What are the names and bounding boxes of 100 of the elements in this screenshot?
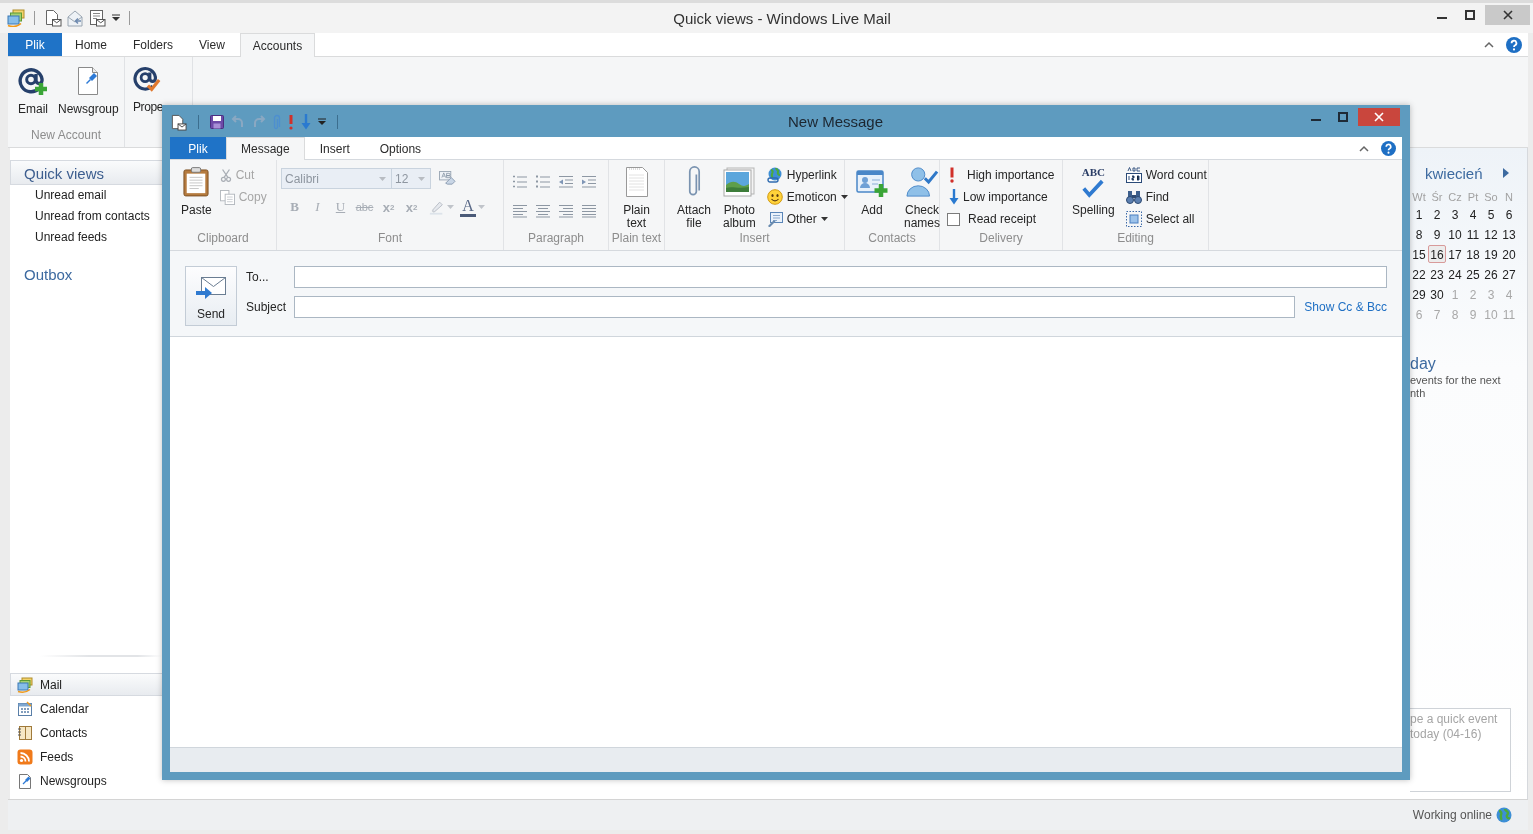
email-button[interactable]: Email bbox=[15, 62, 51, 128]
read-receipt-checkbox[interactable]: Read receipt bbox=[947, 208, 1057, 230]
calendar-day[interactable]: 16 bbox=[1428, 245, 1446, 263]
add-contact-button[interactable]: Add bbox=[853, 163, 891, 231]
align-left-icon[interactable] bbox=[512, 204, 528, 218]
subject-field[interactable] bbox=[294, 296, 1296, 318]
nav-item[interactable]: Newsgroups bbox=[10, 769, 162, 793]
calendar-day[interactable]: 11 bbox=[1464, 225, 1482, 243]
help-icon[interactable] bbox=[1506, 36, 1522, 53]
ribbon-tab[interactable]: Options bbox=[364, 137, 437, 159]
sidebar-item[interactable]: Unread from contacts bbox=[10, 206, 162, 227]
calendar-day[interactable]: 18 bbox=[1464, 245, 1482, 263]
calendar-day[interactable]: 1 bbox=[1410, 205, 1428, 223]
to-button[interactable]: To... bbox=[246, 266, 294, 288]
calendar-day[interactable]: 22 bbox=[1410, 265, 1428, 283]
emoticon-button[interactable]: Emoticon bbox=[764, 186, 850, 208]
next-arrow-icon[interactable] bbox=[1503, 168, 1509, 178]
calendar-day[interactable]: 3 bbox=[1446, 205, 1464, 223]
ribbon-tab[interactable]: View bbox=[186, 33, 238, 56]
calendar-day[interactable]: 30 bbox=[1428, 285, 1446, 303]
exclamation-icon[interactable] bbox=[288, 114, 294, 130]
ribbon-tab[interactable]: Home bbox=[62, 33, 120, 56]
dropdown-icon[interactable] bbox=[112, 14, 120, 22]
increase-indent-icon[interactable] bbox=[581, 175, 597, 189]
bullet-list-icon[interactable] bbox=[535, 175, 551, 189]
maximize-icon[interactable] bbox=[1465, 10, 1475, 20]
collapse-ribbon-icon[interactable] bbox=[1484, 41, 1494, 48]
to-field[interactable] bbox=[294, 266, 1387, 288]
save-icon[interactable] bbox=[210, 115, 224, 129]
word-count-button[interactable]: Word count bbox=[1123, 164, 1209, 186]
ribbon-tab[interactable]: Accounts bbox=[239, 33, 316, 57]
decrease-indent-icon[interactable] bbox=[558, 175, 574, 189]
paste-button[interactable]: Paste bbox=[178, 163, 215, 231]
calendar-day[interactable]: 17 bbox=[1446, 245, 1464, 263]
nav-item[interactable]: Mail bbox=[10, 673, 162, 696]
calendar-day[interactable]: 26 bbox=[1482, 265, 1500, 283]
sidebar-item[interactable]: Unread email bbox=[10, 185, 162, 206]
checkbox[interactable] bbox=[947, 212, 960, 226]
attach-file-button[interactable]: Attach file bbox=[674, 163, 715, 231]
newsgroup-button[interactable]: Newsgroup bbox=[55, 62, 122, 128]
message-list-icon[interactable] bbox=[88, 9, 106, 27]
calendar-day[interactable]: 20 bbox=[1500, 245, 1518, 263]
ribbon-tab[interactable]: Insert bbox=[304, 137, 365, 159]
calendar-day[interactable]: 5 bbox=[1482, 205, 1500, 223]
plain-text-button[interactable]: Plain text bbox=[609, 163, 664, 231]
calendar-day[interactable]: 29 bbox=[1410, 285, 1428, 303]
collapse-ribbon-icon[interactable] bbox=[1359, 144, 1369, 152]
numbered-list-icon[interactable] bbox=[512, 175, 528, 189]
find-button[interactable]: Find bbox=[1123, 186, 1209, 208]
check-names-button[interactable]: Check names bbox=[901, 163, 943, 231]
file-tab[interactable]: Plik bbox=[170, 137, 226, 159]
close-icon bbox=[1374, 112, 1384, 122]
nav-item[interactable]: Contacts bbox=[10, 721, 162, 745]
hyperlink-button[interactable]: Hyperlink bbox=[764, 164, 850, 186]
sidebar-header[interactable]: Quick views bbox=[10, 160, 162, 185]
calendar-day[interactable]: 13 bbox=[1500, 225, 1518, 243]
close-button[interactable] bbox=[1358, 108, 1400, 126]
spelling-button[interactable]: ABC Spelling bbox=[1069, 163, 1118, 231]
ribbon-tab[interactable]: Folders bbox=[120, 33, 187, 56]
nav-item[interactable]: Calendar bbox=[10, 697, 162, 721]
new-message-icon[interactable] bbox=[170, 113, 187, 131]
calendar-day[interactable]: 8 bbox=[1410, 225, 1428, 243]
calendar-day[interactable]: 25 bbox=[1464, 265, 1482, 283]
align-center-icon[interactable] bbox=[535, 204, 551, 218]
calendar-day[interactable]: 23 bbox=[1428, 265, 1446, 283]
show-cc-bcc-link[interactable]: Show Cc & Bcc bbox=[1304, 300, 1387, 314]
sidebar-header[interactable]: Outbox bbox=[10, 261, 162, 286]
calendar-day[interactable]: 12 bbox=[1482, 225, 1500, 243]
calendar-day[interactable]: 19 bbox=[1482, 245, 1500, 263]
calendar-day[interactable]: 6 bbox=[1500, 205, 1518, 223]
calendar-day[interactable]: 2 bbox=[1428, 205, 1446, 223]
clipboard-icon bbox=[183, 166, 210, 198]
photo-album-button[interactable]: Photo album bbox=[720, 163, 759, 231]
ribbon-tab[interactable]: Message bbox=[226, 137, 305, 160]
calendar-day[interactable]: 27 bbox=[1500, 265, 1518, 283]
nav-item[interactable]: Feeds bbox=[10, 745, 162, 769]
calendar-day[interactable]: 15 bbox=[1410, 245, 1428, 263]
quick-event-field[interactable]: pe a quick event today (04-16) bbox=[1410, 708, 1511, 792]
maximize-icon[interactable] bbox=[1338, 112, 1348, 122]
mail-app-icon[interactable] bbox=[7, 9, 25, 27]
calendar-day[interactable]: 4 bbox=[1464, 205, 1482, 223]
properties-button[interactable]: Prope bbox=[133, 62, 162, 114]
close-button[interactable] bbox=[1485, 5, 1530, 25]
select-all-button[interactable]: Select all bbox=[1123, 208, 1209, 230]
file-tab[interactable]: Plik bbox=[8, 33, 62, 56]
justify-icon[interactable] bbox=[581, 204, 597, 218]
calendar-day[interactable]: 10 bbox=[1446, 225, 1464, 243]
dropdown-icon[interactable] bbox=[318, 118, 326, 126]
send-button[interactable]: Send bbox=[185, 266, 237, 326]
calendar-day[interactable]: 9 bbox=[1428, 225, 1446, 243]
down-arrow-icon[interactable] bbox=[301, 114, 311, 130]
high-importance-button[interactable]: High importance bbox=[947, 164, 1057, 186]
new-message-icon[interactable] bbox=[44, 9, 62, 27]
help-icon[interactable] bbox=[1381, 140, 1396, 156]
other-button[interactable]: Other bbox=[764, 208, 850, 230]
sidebar-item[interactable]: Unread feeds bbox=[10, 227, 162, 248]
eraser-icon[interactable] bbox=[439, 171, 456, 186]
calendar-day[interactable]: 24 bbox=[1446, 265, 1464, 283]
align-right-icon[interactable] bbox=[558, 204, 574, 218]
low-importance-button[interactable]: Low importance bbox=[947, 186, 1057, 208]
